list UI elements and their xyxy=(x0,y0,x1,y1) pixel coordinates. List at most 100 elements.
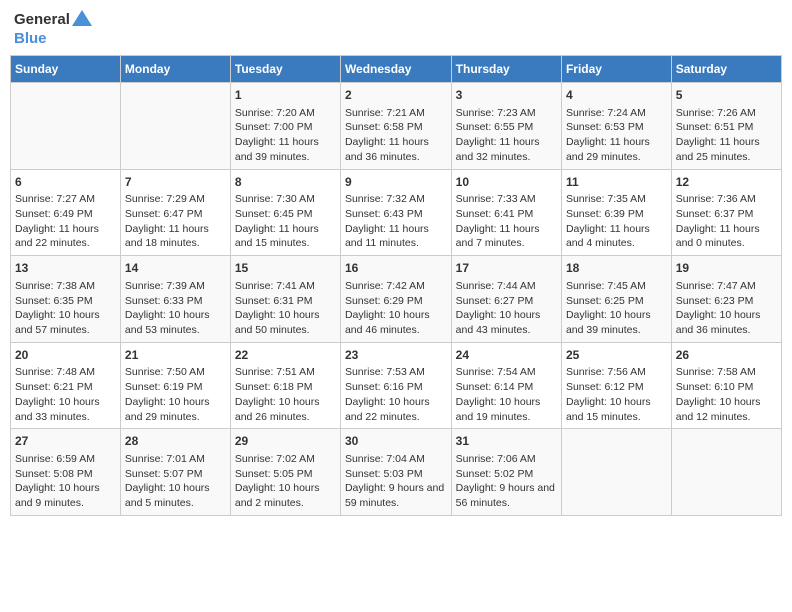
column-header-thursday: Thursday xyxy=(451,56,561,83)
calendar-cell: 21Sunrise: 7:50 AM Sunset: 6:19 PM Dayli… xyxy=(120,342,230,429)
logo-blue: Blue xyxy=(14,31,92,48)
cell-content: Sunrise: 7:35 AM Sunset: 6:39 PM Dayligh… xyxy=(566,192,667,251)
calendar-cell: 12Sunrise: 7:36 AM Sunset: 6:37 PM Dayli… xyxy=(671,169,781,256)
day-number: 6 xyxy=(15,174,116,191)
calendar-table: SundayMondayTuesdayWednesdayThursdayFrid… xyxy=(10,55,782,516)
calendar-cell xyxy=(671,429,781,516)
cell-content: Sunrise: 7:58 AM Sunset: 6:10 PM Dayligh… xyxy=(676,365,777,424)
calendar-cell: 8Sunrise: 7:30 AM Sunset: 6:45 PM Daylig… xyxy=(230,169,340,256)
day-number: 29 xyxy=(235,433,336,450)
week-row-2: 6Sunrise: 7:27 AM Sunset: 6:49 PM Daylig… xyxy=(11,169,782,256)
calendar-cell: 26Sunrise: 7:58 AM Sunset: 6:10 PM Dayli… xyxy=(671,342,781,429)
day-number: 31 xyxy=(456,433,557,450)
cell-content: Sunrise: 7:23 AM Sunset: 6:55 PM Dayligh… xyxy=(456,106,557,165)
cell-content: Sunrise: 7:26 AM Sunset: 6:51 PM Dayligh… xyxy=(676,106,777,165)
cell-content: Sunrise: 7:04 AM Sunset: 5:03 PM Dayligh… xyxy=(345,452,447,511)
day-number: 13 xyxy=(15,260,116,277)
cell-content: Sunrise: 7:51 AM Sunset: 6:18 PM Dayligh… xyxy=(235,365,336,424)
cell-content: Sunrise: 7:24 AM Sunset: 6:53 PM Dayligh… xyxy=(566,106,667,165)
day-number: 14 xyxy=(125,260,226,277)
cell-content: Sunrise: 7:48 AM Sunset: 6:21 PM Dayligh… xyxy=(15,365,116,424)
day-number: 25 xyxy=(566,347,667,364)
day-number: 19 xyxy=(676,260,777,277)
column-header-saturday: Saturday xyxy=(671,56,781,83)
calendar-cell: 30Sunrise: 7:04 AM Sunset: 5:03 PM Dayli… xyxy=(340,429,451,516)
calendar-cell: 19 Sunrise: 7:47 AM Sunset: 6:23 PM Dayli… xyxy=(671,256,781,343)
cell-content: Sunrise: 7:36 AM Sunset: 6:37 PM Dayligh… xyxy=(676,192,777,251)
logo: General Blue xyxy=(14,10,92,47)
calendar-cell: 13 Sunrise: 7:38 AM Sunset: 6:35 PM Dayli… xyxy=(11,256,121,343)
cell-content: Sunrise: 7:33 AM Sunset: 6:41 PM Dayligh… xyxy=(456,192,557,251)
calendar-cell: 24Sunrise: 7:54 AM Sunset: 6:14 PM Dayli… xyxy=(451,342,561,429)
cell-content: Sunrise: 7:38 AM Sunset: 6:35 PM Dayligh… xyxy=(15,279,116,338)
cell-content: Sunrise: 7:56 AM Sunset: 6:12 PM Dayligh… xyxy=(566,365,667,424)
cell-content: Sunrise: 7:47 AM Sunset: 6:23 PM Dayligh… xyxy=(676,279,777,338)
week-row-3: 13 Sunrise: 7:38 AM Sunset: 6:35 PM Dayli… xyxy=(11,256,782,343)
cell-content: Sunrise: 7:42 AM Sunset: 6:29 PM Dayligh… xyxy=(345,279,447,338)
cell-content: Sunrise: 7:01 AM Sunset: 5:07 PM Dayligh… xyxy=(125,452,226,511)
page-header: General Blue xyxy=(10,10,782,47)
cell-content: Sunrise: 7:41 AM Sunset: 6:31 PM Dayligh… xyxy=(235,279,336,338)
day-number: 26 xyxy=(676,347,777,364)
cell-content: Sunrise: 6:59 AM Sunset: 5:08 PM Dayligh… xyxy=(15,452,116,511)
day-number: 24 xyxy=(456,347,557,364)
calendar-cell: 10Sunrise: 7:33 AM Sunset: 6:41 PM Dayli… xyxy=(451,169,561,256)
day-number: 11 xyxy=(566,174,667,191)
day-number: 17 xyxy=(456,260,557,277)
calendar-cell: 31 Sunrise: 7:06 AM Sunset: 5:02 PM Dayli… xyxy=(451,429,561,516)
day-number: 9 xyxy=(345,174,447,191)
calendar-cell: 1Sunrise: 7:20 AM Sunset: 7:00 PM Daylig… xyxy=(230,83,340,170)
column-header-monday: Monday xyxy=(120,56,230,83)
cell-content: Sunrise: 7:50 AM Sunset: 6:19 PM Dayligh… xyxy=(125,365,226,424)
calendar-cell xyxy=(120,83,230,170)
calendar-cell xyxy=(561,429,671,516)
cell-content: Sunrise: 7:06 AM Sunset: 5:02 PM Dayligh… xyxy=(456,452,557,511)
calendar-cell: 16Sunrise: 7:42 AM Sunset: 6:29 PM Dayli… xyxy=(340,256,451,343)
cell-content: Sunrise: 7:44 AM Sunset: 6:27 PM Dayligh… xyxy=(456,279,557,338)
day-number: 7 xyxy=(125,174,226,191)
calendar-cell: 6Sunrise: 7:27 AM Sunset: 6:49 PM Daylig… xyxy=(11,169,121,256)
calendar-cell: 18Sunrise: 7:45 AM Sunset: 6:25 PM Dayli… xyxy=(561,256,671,343)
day-number: 4 xyxy=(566,87,667,104)
day-number: 15 xyxy=(235,260,336,277)
day-number: 22 xyxy=(235,347,336,364)
cell-content: Sunrise: 7:27 AM Sunset: 6:49 PM Dayligh… xyxy=(15,192,116,251)
calendar-cell: 29Sunrise: 7:02 AM Sunset: 5:05 PM Dayli… xyxy=(230,429,340,516)
cell-content: Sunrise: 7:54 AM Sunset: 6:14 PM Dayligh… xyxy=(456,365,557,424)
calendar-cell: 25Sunrise: 7:56 AM Sunset: 6:12 PM Dayli… xyxy=(561,342,671,429)
cell-content: Sunrise: 7:53 AM Sunset: 6:16 PM Dayligh… xyxy=(345,365,447,424)
cell-content: Sunrise: 7:32 AM Sunset: 6:43 PM Dayligh… xyxy=(345,192,447,251)
calendar-cell: 3 Sunrise: 7:23 AM Sunset: 6:55 PM Daylig… xyxy=(451,83,561,170)
day-number: 5 xyxy=(676,87,777,104)
header-row: SundayMondayTuesdayWednesdayThursdayFrid… xyxy=(11,56,782,83)
day-number: 20 xyxy=(15,347,116,364)
column-header-sunday: Sunday xyxy=(11,56,121,83)
calendar-cell: 22Sunrise: 7:51 AM Sunset: 6:18 PM Dayli… xyxy=(230,342,340,429)
calendar-cell: 4 Sunrise: 7:24 AM Sunset: 6:53 PM Daylig… xyxy=(561,83,671,170)
day-number: 8 xyxy=(235,174,336,191)
week-row-1: 1Sunrise: 7:20 AM Sunset: 7:00 PM Daylig… xyxy=(11,83,782,170)
week-row-4: 20Sunrise: 7:48 AM Sunset: 6:21 PM Dayli… xyxy=(11,342,782,429)
calendar-cell: 17 Sunrise: 7:44 AM Sunset: 6:27 PM Dayli… xyxy=(451,256,561,343)
cell-content: Sunrise: 7:20 AM Sunset: 7:00 PM Dayligh… xyxy=(235,106,336,165)
day-number: 21 xyxy=(125,347,226,364)
cell-content: Sunrise: 7:21 AM Sunset: 6:58 PM Dayligh… xyxy=(345,106,447,165)
logo-general: General xyxy=(14,10,92,31)
calendar-cell xyxy=(11,83,121,170)
column-header-friday: Friday xyxy=(561,56,671,83)
day-number: 3 xyxy=(456,87,557,104)
day-number: 28 xyxy=(125,433,226,450)
calendar-cell: 9Sunrise: 7:32 AM Sunset: 6:43 PM Daylig… xyxy=(340,169,451,256)
day-number: 2 xyxy=(345,87,447,104)
calendar-cell: 15 Sunrise: 7:41 AM Sunset: 6:31 PM Dayli… xyxy=(230,256,340,343)
week-row-5: 27 Sunrise: 6:59 AM Sunset: 5:08 PM Dayli… xyxy=(11,429,782,516)
column-header-tuesday: Tuesday xyxy=(230,56,340,83)
cell-content: Sunrise: 7:29 AM Sunset: 6:47 PM Dayligh… xyxy=(125,192,226,251)
calendar-cell: 7Sunrise: 7:29 AM Sunset: 6:47 PM Daylig… xyxy=(120,169,230,256)
calendar-cell: 28 Sunrise: 7:01 AM Sunset: 5:07 PM Dayli… xyxy=(120,429,230,516)
day-number: 10 xyxy=(456,174,557,191)
cell-content: Sunrise: 7:45 AM Sunset: 6:25 PM Dayligh… xyxy=(566,279,667,338)
day-number: 27 xyxy=(15,433,116,450)
calendar-cell: 5 Sunrise: 7:26 AM Sunset: 6:51 PM Daylig… xyxy=(671,83,781,170)
cell-content: Sunrise: 7:30 AM Sunset: 6:45 PM Dayligh… xyxy=(235,192,336,251)
